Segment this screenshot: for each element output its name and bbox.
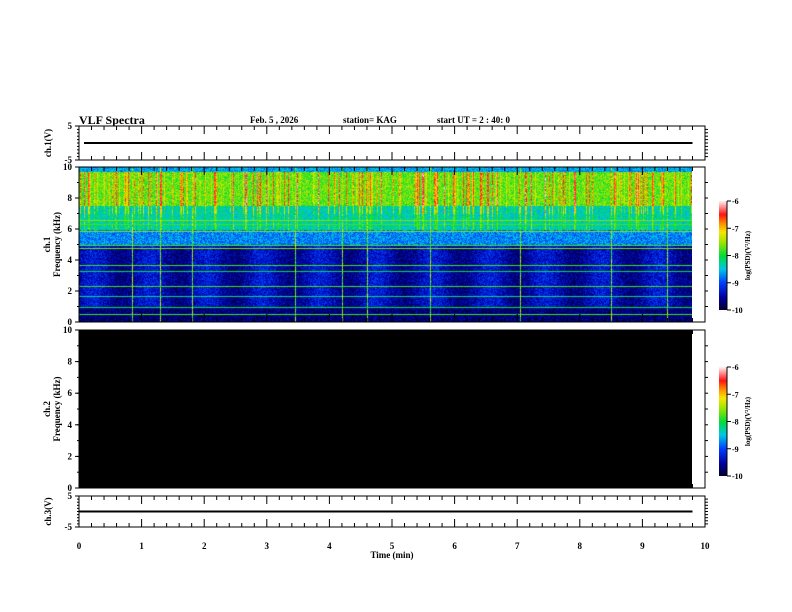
y-tick-label: 8	[68, 193, 73, 203]
y-tick-label: 10	[63, 325, 73, 335]
y-tick-label: 2	[68, 451, 73, 461]
colorbar-tick-label: -10	[732, 306, 743, 315]
panel-frame	[78, 329, 706, 489]
colorbar-tick-label: -6	[732, 363, 739, 372]
y-tick-label: 4	[68, 420, 73, 430]
x-tick-label: 4	[327, 541, 332, 551]
colorbar-label: log(PSD)(V²/Hz)	[744, 396, 752, 446]
y-axis-label: Frequency (kHz)	[52, 212, 62, 277]
colorbar-label: log(PSD)(V²/Hz)	[744, 230, 752, 280]
y-axis-label: ch.1(V)	[43, 129, 53, 157]
x-tick-label: 3	[265, 541, 270, 551]
y-tick-label: 10	[63, 162, 73, 172]
colorbar-tick-label: -9	[732, 279, 739, 288]
x-tick-label: 7	[515, 541, 520, 551]
x-tick-label: 2	[202, 541, 207, 551]
x-axis-label: Time (min)	[370, 550, 413, 560]
y-tick-label: 5	[68, 121, 73, 131]
y-tick-label: 5	[68, 491, 73, 501]
axes-layer: -6 -7 -8 -9 -10 log(PSD)(V²/Hz) -6 -7 -8 -9 -10 log…	[42, 121, 752, 560]
colorbar-tick-label: -7	[732, 224, 739, 233]
y-axis-label: ch.2	[42, 401, 52, 417]
x-tick-label: 1	[139, 541, 144, 551]
y-tick-label: 2	[68, 286, 73, 296]
x-tick-label: 8	[578, 541, 583, 551]
y-tick-label: 6	[68, 224, 73, 234]
y-axis-label: Frequency (kHz)	[52, 376, 62, 441]
x-tick-label: 0	[77, 541, 82, 551]
colorbar-tick-label: -7	[732, 390, 739, 399]
x-tick-label: 6	[452, 541, 457, 551]
y-tick-label: 6	[68, 388, 73, 398]
colorbar-tick-label: -9	[732, 445, 739, 454]
vlf-spectra-figure: VLF Spectra Feb. 5 , 2026 station= KAG s…	[0, 0, 792, 612]
colorbar-tick-label: -8	[732, 418, 739, 427]
y-tick-label: -5	[65, 522, 73, 532]
panel-frame	[78, 166, 706, 323]
y-axis-label: ch.1	[42, 236, 52, 252]
y-tick-label: 8	[68, 357, 73, 367]
x-tick-label: 9	[640, 541, 645, 551]
y-axis-label: ch.3(V)	[43, 497, 53, 525]
y-tick-label: 4	[68, 255, 73, 265]
x-tick-label: 10	[701, 541, 711, 551]
colorbar-tick-label: -10	[732, 472, 743, 481]
colorbar-tick-label: -8	[732, 252, 739, 261]
colorbar-tick-label: -6	[732, 197, 739, 206]
